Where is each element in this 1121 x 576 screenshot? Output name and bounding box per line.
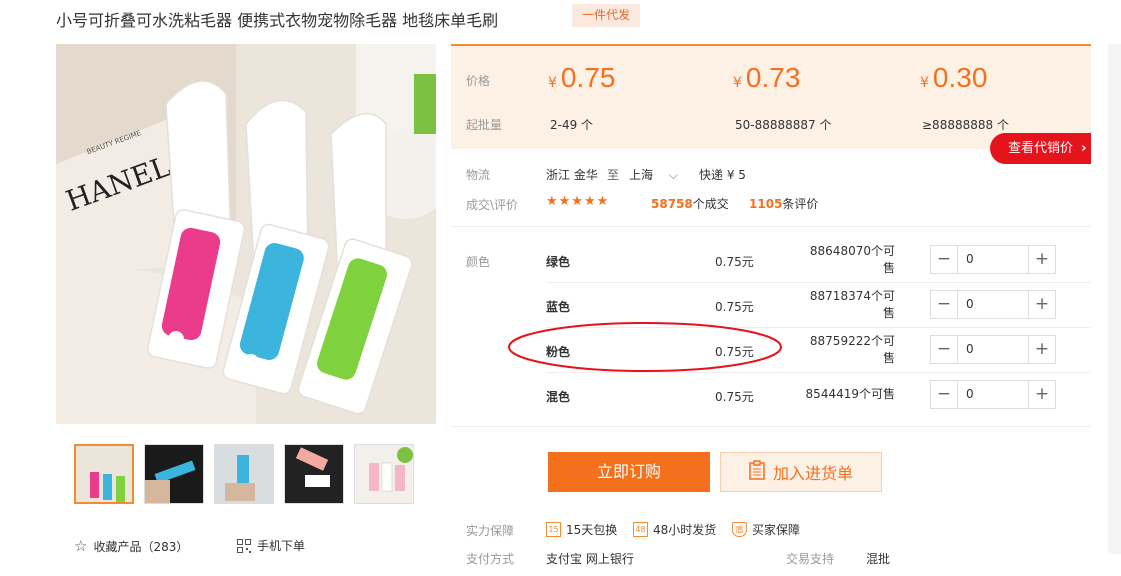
color-option-stock: 8544419个可售 [805,387,895,401]
currency-symbol: ¥ [920,75,929,91]
quantity-input[interactable]: 0 [957,291,1029,318]
plus-button[interactable]: + [1029,246,1055,273]
main-product-image: HANEL BEAUTY REGIME [56,44,436,424]
favorite-product-link[interactable]: ☆ 收藏产品（283） [74,537,188,555]
price-label: 价格 [466,74,491,88]
highlight-ellipse [508,322,782,372]
currency-symbol: ¥ [733,75,742,91]
express-fee: 快递 ¥ 5 [699,168,746,182]
quantity-input[interactable]: 0 [957,246,1029,273]
price-value: 0.73 [745,62,801,93]
scrollbar-track[interactable] [1108,44,1121,554]
price-value: 0.30 [932,62,988,93]
color-option-stock: 88718374个可售 [809,289,895,320]
color-label: 颜色 [466,255,491,269]
guarantee-item: 盾 买家保障 [732,521,800,538]
minus-button[interactable]: − [931,381,957,408]
price-value: 0.75 [560,62,616,93]
to-word: 至 [607,168,620,182]
shield-icon: 盾 [732,522,747,537]
trade-support-label: 交易支持 [786,552,835,566]
view-dropship-price-button[interactable]: 查看代销价 › [990,133,1091,164]
color-option-price: 0.75元 [715,255,754,269]
payment-methods: 支付宝 网上银行 [546,552,634,566]
dropship-tag: 一件代发 [572,4,640,27]
currency-symbol: ¥ [548,75,557,91]
dist-button-label: 查看代销价 [1008,141,1074,156]
tier-1-qty: 2-49 个 [550,118,594,132]
logistics-label: 物流 [466,168,491,182]
thumbnail-5[interactable] [354,444,414,504]
quantity-stepper: − 0 + [930,245,1056,274]
ship-to: 上海 [629,168,654,182]
favorite-label: 收藏产品（283） [93,539,189,554]
color-option-price: 0.75元 [715,300,754,314]
price-tier-1: ¥0.75 [548,62,615,94]
color-option-stock: 88759222个可售 [809,334,895,365]
divider [451,426,1091,427]
deal-count-suffix: 个成交 [692,197,729,211]
guarantee-item: 15 15天包换 [546,521,617,538]
deal-count-link[interactable]: 58758个成交 [651,195,729,212]
tier-3-qty: ≥88888888 个 [922,118,1009,132]
payment-label: 支付方式 [466,552,515,566]
guarantee-item: 48 48小时发货 [633,521,716,538]
guarantee-text: 买家保障 [752,523,801,537]
moq-label: 起批量 [466,118,503,132]
color-option-stock: 88648070个可售 [809,244,895,275]
lint-roller-illustration: HANEL BEAUTY REGIME [56,44,436,424]
thumbnail-4[interactable] [284,444,344,504]
tier-2-qty: 50-88888887 个 [735,118,832,132]
chevron-down-icon: ⌵ [668,168,678,182]
clipboard-icon [749,460,765,484]
minus-button[interactable]: − [931,291,957,318]
guarantee-text: 48小时发货 [653,523,717,537]
color-option-name: 绿色 [546,255,571,269]
color-option-name: 混色 [546,390,571,404]
trade-support-value: 混批 [866,552,891,566]
buy-now-button[interactable]: 立即订购 [548,452,710,492]
add-to-cart-button[interactable]: 加入进货单 [720,452,882,492]
price-tier-2: ¥0.73 [733,62,800,94]
quantity-stepper: − 0 + [930,380,1056,409]
quantity-stepper: − 0 + [930,335,1056,364]
review-count-link[interactable]: 1105条评价 [749,195,818,212]
review-count: 1105 [749,197,783,211]
thumbnail-1[interactable] [74,444,134,504]
add-to-cart-label: 加入进货单 [772,464,853,483]
product-title: 小号可折叠可水洗粘毛器 便携式衣物宠物除毛器 地毯床单毛刷 [56,11,499,30]
ship-from: 浙江 金华 [546,168,598,182]
chevron-right-icon: › [1081,141,1087,156]
shipping-48-icon: 48 [633,522,648,537]
quantity-input[interactable]: 0 [957,336,1029,363]
rating-stars-icon: ★★★★★ [546,194,610,209]
ship-to-select[interactable]: 上海 ⌵ [629,166,678,183]
minus-button[interactable]: − [931,336,957,363]
price-tier-3: ¥0.30 [920,62,987,94]
price-panel [451,44,1091,149]
deal-count: 58758 [651,197,693,211]
mobile-order-label: 手机下单 [257,539,306,553]
star-outline-icon: ☆ [74,537,88,555]
color-option-price: 0.75元 [715,390,754,404]
divider [546,282,1091,283]
qrcode-icon [237,538,251,553]
thumbnail-2[interactable] [144,444,204,504]
plus-button[interactable]: + [1029,336,1055,363]
guarantee-label: 实力保障 [466,524,515,538]
calendar-15-icon: 15 [546,522,561,537]
thumbnail-3[interactable] [214,444,274,504]
thumbnail-strip [74,444,414,504]
review-count-suffix: 条评价 [782,197,819,211]
quantity-stepper: − 0 + [930,290,1056,319]
plus-button[interactable]: + [1029,291,1055,318]
color-option-name: 蓝色 [546,300,571,314]
plus-button[interactable]: + [1029,381,1055,408]
deals-label: 成交\评价 [466,198,519,212]
minus-button[interactable]: − [931,246,957,273]
mobile-order-link[interactable]: 手机下单 [237,537,305,554]
divider [451,226,1091,227]
quantity-input[interactable]: 0 [957,381,1029,408]
guarantee-text: 15天包换 [566,523,618,537]
